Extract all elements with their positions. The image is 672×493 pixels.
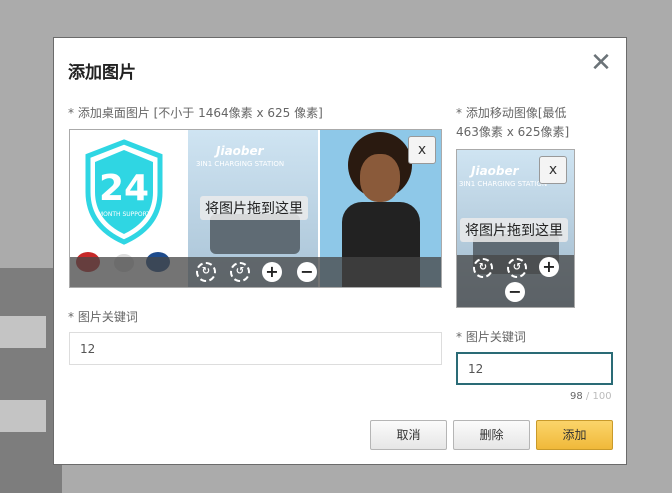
keyword-char-counter: 98 / 100 bbox=[570, 391, 612, 402]
charging-station-image bbox=[210, 214, 300, 254]
cancel-button[interactable]: 取消 bbox=[370, 420, 447, 450]
rotate-right-icon[interactable]: ↻ bbox=[196, 262, 216, 282]
mobile-rotate-left-icon[interactable]: ↺ bbox=[507, 258, 527, 278]
add-button[interactable]: 添加 bbox=[536, 420, 613, 450]
shield-badge-icon: 24 MONTH SUPPORT bbox=[85, 139, 163, 245]
desktop-image-label: * 添加桌面图片 [不小于 1464像素 x 625 像素] bbox=[68, 106, 323, 120]
desktop-image-dropzone[interactable]: 24 MONTH SUPPORT Jiaober 3IN1 CHARGING S… bbox=[69, 129, 442, 288]
image-toolbar: ↻ ↺ + − bbox=[70, 257, 441, 287]
remove-desktop-image-button[interactable]: x bbox=[408, 136, 436, 164]
mobile-image-label-line2: 463像素 x 625像素] bbox=[456, 125, 570, 139]
mobile-zoom-in-icon[interactable]: + bbox=[539, 257, 559, 277]
background-bar bbox=[0, 400, 46, 432]
mobile-image-label-line1: * 添加移动图像[最低 bbox=[456, 106, 567, 120]
mobile-keyword-label: * 图片关键词 bbox=[456, 330, 526, 344]
mobile-zoom-out-icon[interactable]: − bbox=[505, 282, 525, 302]
drop-hint-text: 将图片拖到这里 bbox=[200, 196, 308, 220]
badge-subtext: MONTH SUPPORT bbox=[98, 211, 150, 218]
add-image-dialog: 添加图片 ✕ * 添加桌面图片 [不小于 1464像素 x 625 像素] 24… bbox=[53, 37, 627, 465]
background-bar bbox=[0, 316, 46, 348]
remove-mobile-image-button[interactable]: x bbox=[539, 156, 567, 184]
person-face bbox=[360, 154, 400, 202]
mobile-image-dropzone[interactable]: Jiaober 3IN1 CHARGING STATION 将图片拖到这里 ↻ … bbox=[456, 149, 575, 308]
brand-logo: Jiaober bbox=[216, 144, 264, 158]
desktop-keyword-label: * 图片关键词 bbox=[68, 310, 138, 324]
dialog-title: 添加图片 bbox=[68, 63, 136, 83]
counter-max: / 100 bbox=[585, 391, 612, 402]
zoom-out-icon[interactable]: − bbox=[297, 262, 317, 282]
close-icon[interactable]: ✕ bbox=[588, 50, 614, 76]
delete-button[interactable]: 删除 bbox=[453, 420, 530, 450]
mobile-rotate-right-icon[interactable]: ↻ bbox=[473, 258, 493, 278]
mobile-keyword-input[interactable] bbox=[456, 352, 613, 385]
zoom-in-icon[interactable]: + bbox=[262, 262, 282, 282]
mobile-brand-logo: Jiaober bbox=[471, 164, 519, 178]
mobile-drop-hint-text: 将图片拖到这里 bbox=[460, 218, 568, 242]
badge-number: 24 bbox=[99, 168, 149, 209]
rotate-left-icon[interactable]: ↺ bbox=[230, 262, 250, 282]
station-text: 3IN1 CHARGING STATION bbox=[196, 160, 285, 168]
counter-current: 98 bbox=[570, 391, 583, 402]
mobile-station-text: 3IN1 CHARGING STATION bbox=[459, 180, 548, 188]
desktop-keyword-input[interactable] bbox=[69, 332, 442, 365]
